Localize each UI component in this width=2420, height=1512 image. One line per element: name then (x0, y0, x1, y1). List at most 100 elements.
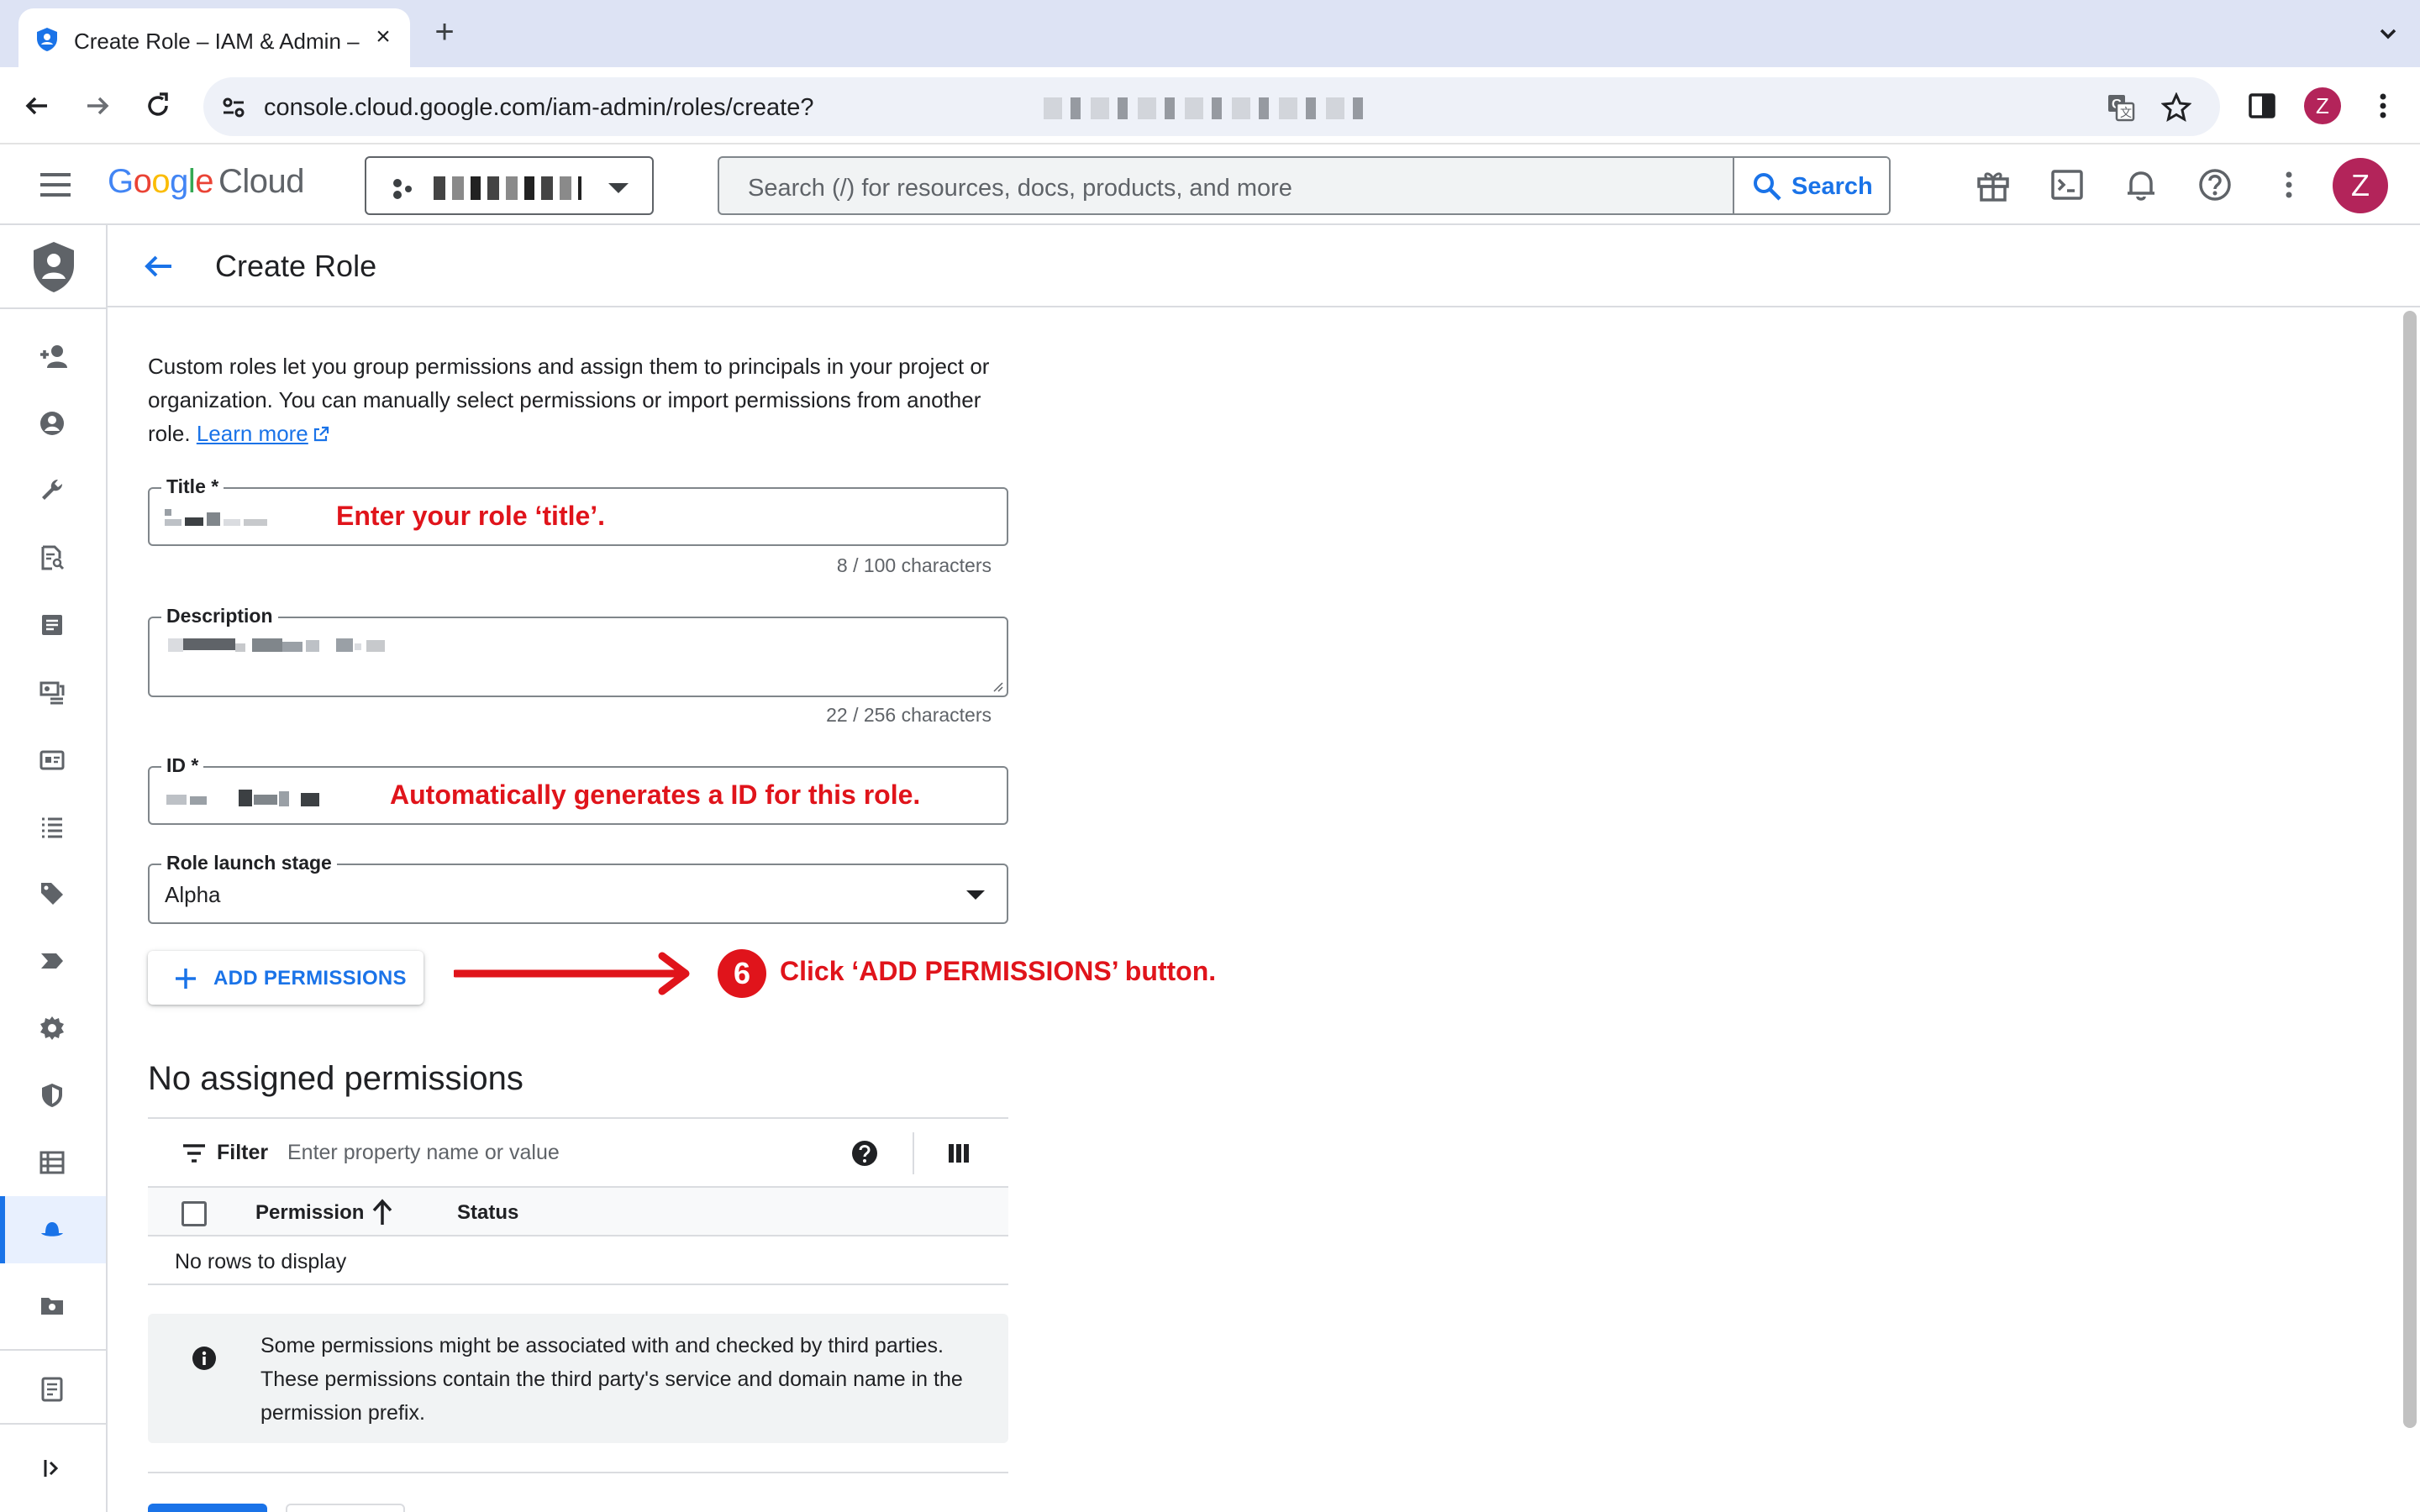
account-avatar[interactable]: Z (2333, 158, 2388, 213)
step-number-badge: 6 (718, 949, 766, 998)
help-icon[interactable] (850, 1139, 879, 1168)
description-field[interactable]: Description (148, 605, 1008, 697)
arrow-back-icon[interactable] (139, 247, 178, 286)
table-empty-row: No rows to display (148, 1236, 1008, 1285)
rail-item-identity-aware-proxy[interactable] (0, 1129, 106, 1196)
project-picker[interactable] (365, 156, 654, 215)
folder-settings-icon (41, 1298, 63, 1315)
left-nav-rail (0, 225, 108, 1512)
redacted-description-value (168, 638, 385, 652)
search-button[interactable]: Search (1733, 158, 1889, 213)
rail-item-settings[interactable] (0, 995, 106, 1062)
add-permissions-button[interactable]: ADD PERMISSIONS (148, 951, 424, 1005)
rail-item-identity[interactable] (0, 390, 106, 457)
divider (0, 307, 106, 309)
google-cloud-logo[interactable]: Google Cloud (108, 163, 305, 201)
bell-icon[interactable] (2121, 165, 2161, 205)
rail-item-labels[interactable] (0, 793, 106, 860)
iam-shield-icon (34, 242, 74, 292)
launch-stage-label: Role launch stage (161, 852, 337, 874)
list-icon (42, 817, 62, 838)
select-all-checkbox[interactable] (182, 1201, 207, 1226)
search-bar[interactable]: Search (/) for resources, docs, products… (718, 156, 1891, 215)
console-header: Google Cloud Search (/) for resources, do… (0, 144, 2420, 225)
url-text: console.cloud.google.com/iam-admin/roles… (264, 94, 814, 121)
tab-title: Create Role – IAM & Admin – (74, 29, 360, 54)
create-button[interactable] (148, 1504, 267, 1512)
new-tab-button[interactable]: + (427, 15, 462, 50)
rail-item-roles[interactable] (0, 1196, 106, 1263)
info-icon (192, 1347, 216, 1370)
divider (148, 1472, 1008, 1473)
rail-item-quotas[interactable] (0, 927, 106, 995)
sidepanel-icon[interactable] (2242, 86, 2282, 126)
launch-stage-select[interactable]: Role launch stage Alpha (148, 852, 1008, 924)
more-vert-icon[interactable] (2269, 165, 2309, 205)
expand-right-icon (44, 1460, 59, 1477)
rail-item-audit-logs[interactable] (0, 1272, 106, 1339)
learn-more-link[interactable]: Learn more (197, 421, 308, 446)
resize-handle-icon[interactable] (992, 680, 1003, 692)
id-field[interactable]: ID * Automatically generates a ID for th… (148, 754, 1008, 825)
roles-hat-icon (41, 1222, 63, 1236)
table-header-row: Permission Status (148, 1188, 1008, 1236)
filter-input[interactable]: Enter property name or value (287, 1141, 560, 1165)
add-permissions-label: ADD PERMISSIONS (213, 967, 407, 990)
description-label: Description (161, 605, 278, 627)
chevron-down-icon[interactable] (2370, 15, 2407, 52)
rail-item-iam[interactable] (0, 323, 106, 390)
page-titlebar: Create Role (108, 225, 2420, 307)
rail-item-analyzer[interactable] (0, 524, 106, 591)
translate-icon[interactable]: G 文 (2106, 92, 2136, 123)
terminal-icon[interactable] (2047, 165, 2087, 205)
step-annotation: Click ‘ADD PERMISSIONS’ button. (780, 956, 1217, 986)
article-icon (42, 615, 62, 635)
expand-nav-button[interactable] (0, 1435, 106, 1502)
profile-avatar[interactable]: Z (2304, 87, 2341, 124)
browser-tab[interactable]: Create Role – IAM & Admin – × (18, 8, 410, 67)
hamburger-icon[interactable] (37, 166, 74, 203)
label-arrow-icon (41, 953, 63, 969)
scrollbar[interactable] (2403, 311, 2417, 1428)
filter-bar[interactable]: Filter Enter property name or value (148, 1117, 1008, 1188)
reload-icon[interactable] (138, 86, 178, 126)
rail-item-release-notes[interactable] (0, 1356, 106, 1423)
close-icon[interactable]: × (370, 24, 397, 50)
site-settings-icon[interactable] (220, 94, 247, 121)
sort-up-icon[interactable] (370, 1198, 395, 1226)
rail-item-privacy-security[interactable] (0, 1062, 106, 1129)
svg-text:文: 文 (2120, 106, 2132, 119)
back-icon[interactable] (17, 86, 57, 126)
rail-item-workload-identity[interactable] (0, 726, 106, 793)
star-icon[interactable] (2161, 92, 2191, 123)
search-input[interactable]: Search (/) for resources, docs, products… (748, 175, 1292, 202)
rail-item-tags[interactable] (0, 860, 106, 927)
plus-icon (176, 969, 196, 989)
address-bar[interactable]: console.cloud.google.com/iam-admin/roles… (203, 77, 2220, 136)
permissions-section-title: No assigned permissions (148, 1060, 523, 1097)
third-party-info-box: Some permissions might be associated wit… (148, 1314, 1008, 1443)
rail-item-organization-policies[interactable] (0, 591, 106, 659)
column-header-permission[interactable]: Permission (255, 1201, 364, 1225)
columns-icon[interactable] (946, 1141, 971, 1166)
add-person-icon (40, 345, 67, 368)
external-link-icon (313, 426, 329, 442)
gift-icon[interactable] (1973, 165, 2013, 205)
redacted-id-value (166, 790, 319, 806)
title-label: Title * (161, 475, 224, 498)
empty-state-text: No rows to display (175, 1250, 347, 1273)
annotation-arrow (454, 952, 690, 995)
cancel-button[interactable] (286, 1504, 405, 1512)
view-list-icon (39, 1151, 65, 1174)
help-icon[interactable] (2195, 165, 2235, 205)
title-annotation: Enter your role ‘title’. (336, 501, 606, 531)
title-field[interactable]: Title * Enter your role ‘title’. (148, 475, 1008, 546)
more-vert-icon[interactable] (2363, 86, 2403, 126)
description-counter: 22 / 256 characters (826, 704, 992, 726)
forward-icon[interactable] (77, 86, 118, 126)
rail-item-service-accounts[interactable] (0, 659, 106, 726)
gear-icon (40, 1016, 64, 1040)
rail-item-troubleshooter[interactable] (0, 457, 106, 524)
column-header-status[interactable]: Status (457, 1201, 518, 1225)
chevron-down-icon (608, 183, 629, 193)
